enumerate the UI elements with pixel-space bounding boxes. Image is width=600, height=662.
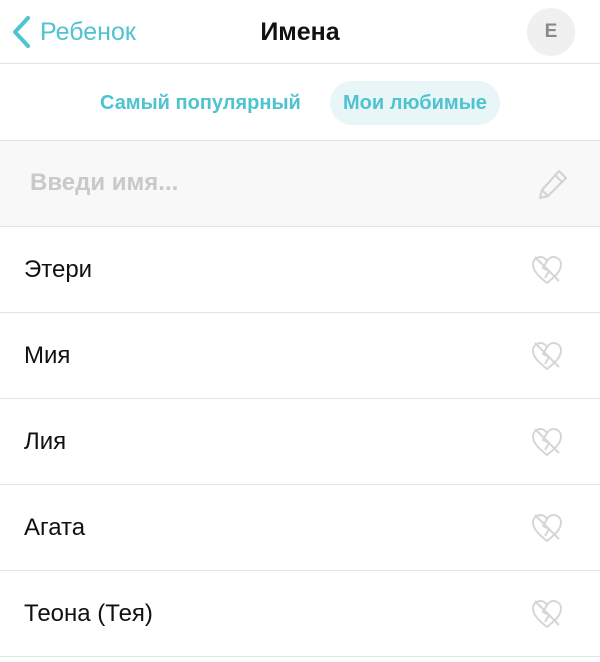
broken-heart-icon[interactable]	[530, 254, 564, 286]
nav-header: Ребенок Имена E	[0, 0, 600, 64]
list-item-name: Теона (Тея)	[24, 600, 153, 627]
pencil-icon[interactable]	[536, 167, 570, 201]
favorites-list: Этери Мия Лия Агата Теона (Тея)	[0, 227, 600, 657]
chevron-left-icon	[13, 16, 30, 48]
name-input-row	[0, 141, 600, 227]
list-item-name: Мия	[24, 342, 71, 369]
broken-heart-icon[interactable]	[530, 512, 564, 544]
avatar[interactable]: E	[527, 8, 575, 56]
tab-my-favorites[interactable]: Мои любимые	[330, 81, 500, 125]
segment-tabs: Самый популярный Мои любимые	[0, 64, 600, 141]
list-item[interactable]: Агата	[0, 485, 600, 571]
list-item[interactable]: Этери	[0, 227, 600, 313]
broken-heart-icon[interactable]	[530, 426, 564, 458]
broken-heart-icon[interactable]	[530, 340, 564, 372]
list-item[interactable]: Мия	[0, 313, 600, 399]
tab-most-popular[interactable]: Самый популярный	[88, 81, 313, 125]
list-item[interactable]: Теона (Тея)	[0, 571, 600, 657]
broken-heart-icon[interactable]	[530, 598, 564, 630]
app-screen: Ребенок Имена E Самый популярный Мои люб…	[0, 0, 600, 662]
back-button[interactable]: Ребенок	[10, 12, 136, 52]
list-item-name: Этери	[24, 256, 93, 283]
name-input[interactable]	[30, 161, 510, 205]
list-item-name: Лия	[24, 428, 67, 455]
back-button-label: Ребенок	[40, 18, 136, 46]
list-item-name: Агата	[24, 514, 86, 541]
list-item[interactable]: Лия	[0, 399, 600, 485]
